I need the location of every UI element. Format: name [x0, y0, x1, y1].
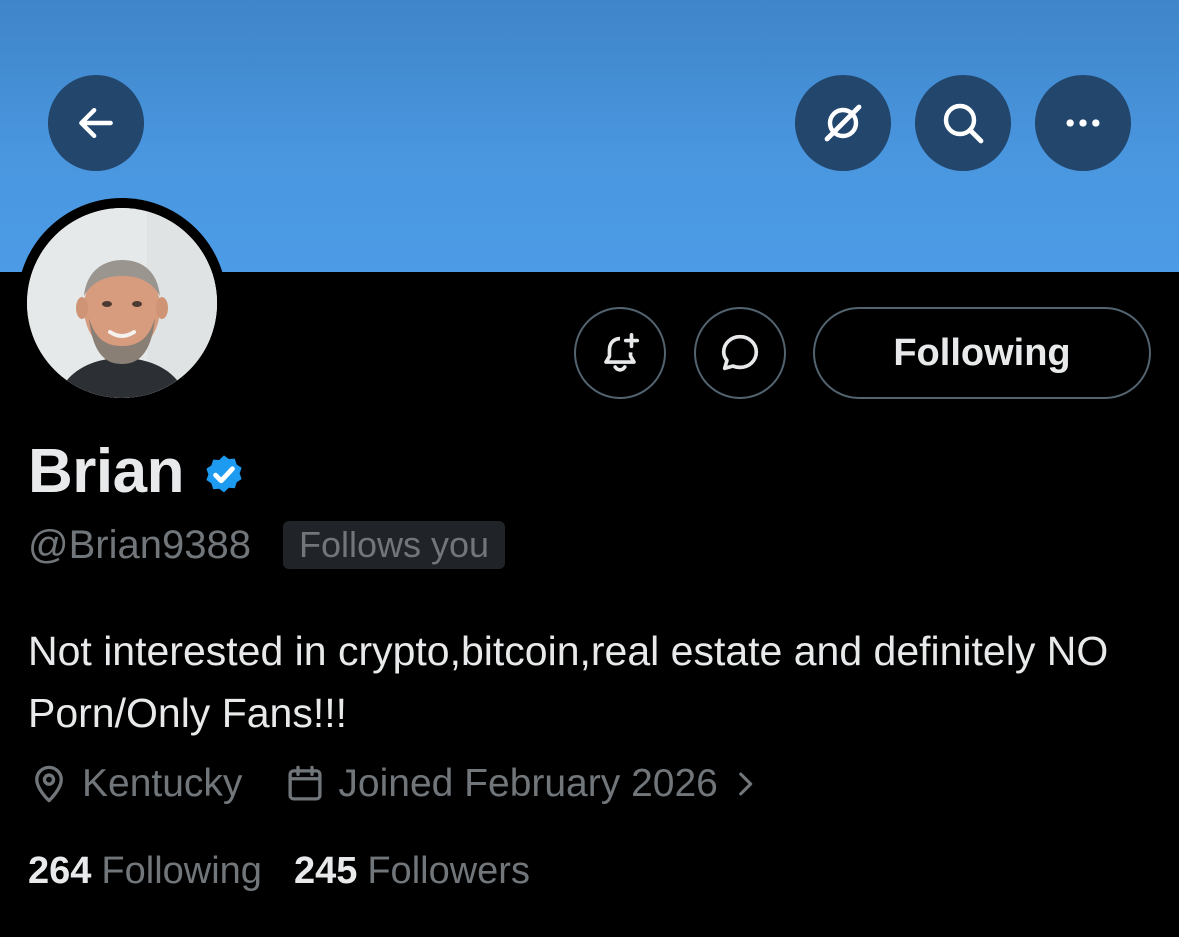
profile-bio: Not interested in crypto,bitcoin,real es… [28, 628, 1109, 736]
username-handle: @Brian9388 [28, 523, 251, 567]
following-count: 264 [28, 850, 92, 892]
search-button[interactable] [915, 75, 1011, 171]
more-options-button[interactable] [1035, 75, 1131, 171]
avatar[interactable] [27, 208, 217, 398]
search-icon [943, 103, 984, 144]
grok-icon [824, 104, 862, 142]
profile-page: Following Brian @Brian9388 Follows you N… [0, 0, 1179, 937]
location-pin-icon [35, 765, 63, 803]
following-label: Following [101, 850, 262, 892]
avatar-photo [27, 208, 217, 398]
followers-count: 245 [293, 850, 358, 892]
more-dots-icon [1066, 119, 1100, 127]
bell-plus-icon [604, 332, 640, 372]
name-row: Brian [28, 436, 248, 508]
joined-text: Joined February 2026 [338, 762, 718, 805]
follows-you-badge: Follows you [282, 521, 506, 569]
arrow-left-icon [79, 107, 113, 139]
handle-row: @Brian9388 Follows you [28, 520, 506, 570]
location: Kentucky [28, 762, 242, 806]
profile-meta: Kentucky Joined February 2026 [28, 762, 762, 806]
joined-date[interactable]: Joined February 2026 [284, 762, 761, 806]
grok-button[interactable] [795, 75, 891, 171]
chevron-right-icon [739, 772, 753, 796]
followers-label: Followers [367, 850, 530, 892]
message-bubble-icon [721, 334, 759, 371]
notifications-button[interactable] [574, 307, 666, 399]
calendar-icon [288, 765, 322, 801]
following-button[interactable]: Following [813, 307, 1151, 399]
location-text: Kentucky [82, 762, 243, 805]
back-button[interactable] [48, 75, 144, 171]
follow-stats: 264 Following 245 Followers [28, 850, 530, 893]
followers-count-link[interactable]: 245 Followers [294, 850, 530, 893]
display-name: Brian [28, 437, 184, 506]
verified-badge-icon[interactable] [200, 450, 248, 498]
following-count-link[interactable]: 264 Following [28, 850, 262, 893]
message-button[interactable] [694, 307, 786, 399]
